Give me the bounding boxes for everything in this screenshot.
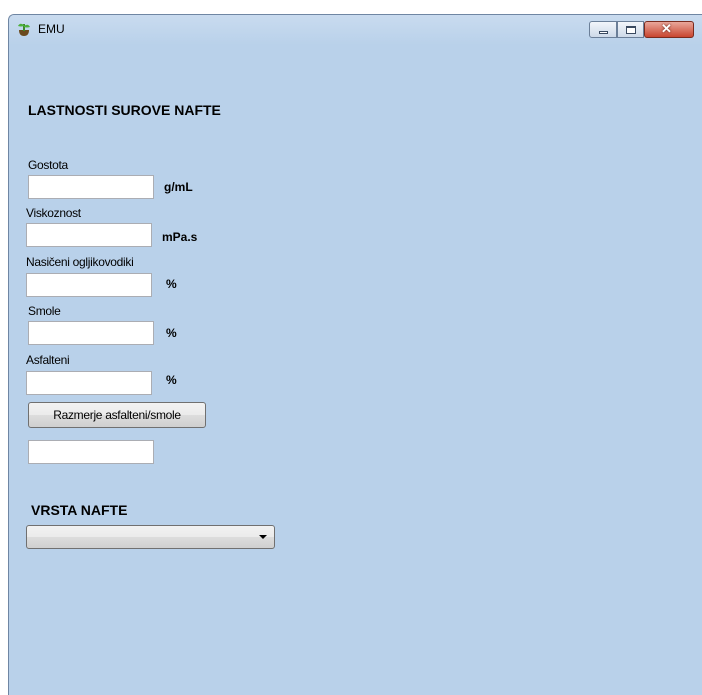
close-button[interactable]: ✕ [644,21,694,38]
viscosity-label: Viskoznost [26,206,81,220]
resins-unit: % [166,326,177,340]
maximize-icon [626,26,636,34]
oil-type-dropdown[interactable] [26,525,275,549]
oil-type-heading: VRSTA NAFTE [31,502,128,518]
app-window: EMU ✕ LASTNOSTI SUROVE NAFTE Gostota g/m… [8,14,702,695]
ratio-result-input[interactable] [28,440,154,464]
maximize-button[interactable] [617,21,644,38]
density-input[interactable] [28,175,154,199]
saturates-unit: % [166,277,177,291]
chevron-down-icon [259,535,267,539]
saturates-input[interactable] [26,273,152,297]
saturates-label: Nasičeni ogljikovodiki [26,255,134,269]
close-icon: ✕ [661,21,672,36]
app-icon [18,23,30,36]
title-bar[interactable]: EMU ✕ [9,15,702,45]
properties-heading: LASTNOSTI SUROVE NAFTE [28,102,221,118]
resins-label: Smole [28,304,61,318]
viscosity-input[interactable] [26,223,152,247]
viscosity-unit: mPa.s [162,230,198,244]
asphaltenes-unit: % [166,373,177,387]
ratio-button[interactable]: Razmerje asfalteni/smole [28,402,206,428]
minimize-icon [599,31,608,34]
asphaltenes-input[interactable] [26,371,152,395]
asphaltenes-label: Asfalteni [26,353,70,367]
density-unit: g/mL [164,180,193,194]
density-label: Gostota [28,158,68,172]
resins-input[interactable] [28,321,154,345]
window-title: EMU [38,22,65,36]
minimize-button[interactable] [589,21,617,38]
